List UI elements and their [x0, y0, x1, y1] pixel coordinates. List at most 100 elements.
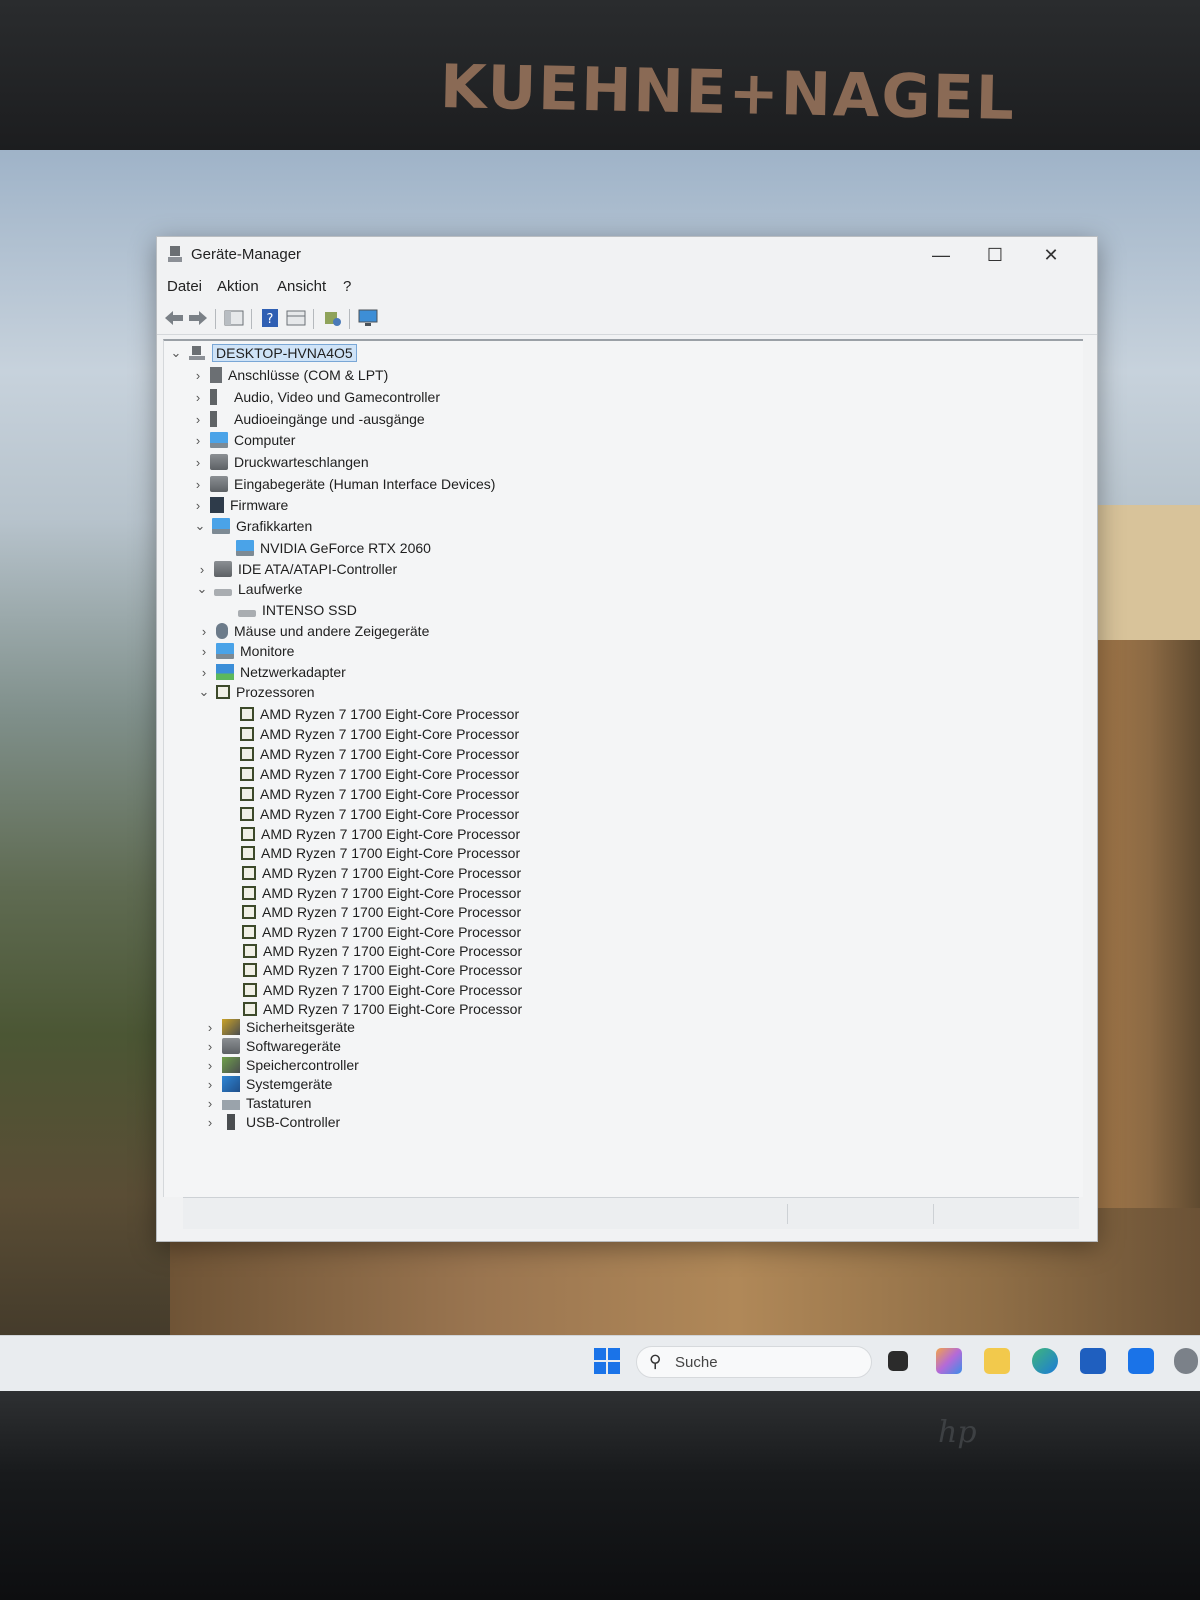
minimize-button[interactable]: — — [919, 241, 963, 269]
chevron-down-icon[interactable]: ⌄ — [192, 518, 208, 534]
monitor-icon[interactable] — [357, 308, 379, 328]
tree-device[interactable]: AMD Ryzen 7 1700 Eight-Core Processor — [239, 941, 522, 961]
outlook-icon[interactable] — [1128, 1348, 1154, 1374]
category-label: Monitore — [240, 643, 295, 659]
toolbar-separator — [251, 309, 252, 329]
tree-category[interactable]: › Monitore — [196, 641, 294, 661]
chevron-right-icon[interactable]: › — [202, 1058, 218, 1073]
chevron-right-icon[interactable]: › — [190, 477, 206, 492]
chevron-down-icon[interactable]: ⌄ — [168, 345, 184, 361]
copilot-icon[interactable] — [936, 1348, 962, 1374]
store-icon[interactable] — [1080, 1348, 1106, 1374]
maximize-button[interactable]: ☐ — [973, 241, 1017, 269]
chevron-right-icon[interactable]: › — [190, 455, 206, 470]
tree-device[interactable]: AMD Ryzen 7 1700 Eight-Core Processor — [236, 804, 519, 824]
device-label: AMD Ryzen 7 1700 Eight-Core Processor — [261, 826, 521, 842]
menu-bar: Datei Aktion Ansicht ? — [157, 273, 1097, 301]
windows-logo-tile — [594, 1362, 606, 1374]
task-view-icon[interactable] — [888, 1351, 908, 1371]
tree-device[interactable]: AMD Ryzen 7 1700 Eight-Core Processor — [238, 902, 521, 922]
tree-root[interactable]: ⌄ DESKTOP-HVNA4O5 — [168, 343, 357, 363]
tree-category[interactable]: › Speichercontroller — [202, 1055, 359, 1075]
tree-category[interactable]: › Softwaregeräte — [202, 1036, 341, 1056]
tree-category[interactable]: › Audio, Video und Gamecontroller — [190, 387, 440, 407]
chevron-right-icon[interactable]: › — [202, 1115, 218, 1130]
tree-category[interactable]: › Tastaturen — [202, 1093, 312, 1113]
tree-device[interactable]: AMD Ryzen 7 1700 Eight-Core Processor — [238, 883, 521, 903]
tree-device[interactable]: NVIDIA GeForce RTX 2060 — [232, 538, 431, 558]
tree-category[interactable]: ⌄ Laufwerke — [194, 579, 303, 599]
device-manager-window: Geräte-Manager — ☐ ✕ Datei Aktion Ansich… — [156, 236, 1098, 1242]
category-label: Laufwerke — [238, 581, 303, 597]
edge-icon[interactable] — [1032, 1348, 1058, 1374]
tree-category[interactable]: ⌄ Grafikkarten — [192, 516, 312, 536]
chevron-right-icon[interactable]: › — [190, 433, 206, 448]
windows-logo-tile — [608, 1348, 620, 1360]
properties-pane-icon[interactable] — [223, 308, 245, 328]
port-icon — [210, 367, 222, 383]
device-view-icon[interactable] — [285, 308, 307, 328]
scan-hardware-icon[interactable] — [321, 308, 343, 328]
chevron-right-icon[interactable]: › — [196, 644, 212, 659]
tree-category[interactable]: › Computer — [190, 430, 295, 450]
close-button[interactable]: ✕ — [1029, 241, 1073, 269]
tree-category[interactable]: › Firmware — [190, 495, 288, 515]
tree-device[interactable]: AMD Ryzen 7 1700 Eight-Core Processor — [239, 980, 522, 1000]
back-arrow-icon[interactable] — [163, 308, 185, 328]
tree-category[interactable]: ⌄ Prozessoren — [196, 682, 315, 702]
tree-category[interactable]: › Systemgeräte — [202, 1074, 332, 1094]
device-tree[interactable]: ⌄ DESKTOP-HVNA4O5 › Anschlüsse (COM & LPT… — [163, 339, 1083, 1197]
chevron-right-icon[interactable]: › — [202, 1096, 218, 1111]
tree-device[interactable]: AMD Ryzen 7 1700 Eight-Core Processor — [236, 744, 519, 764]
category-label: Computer — [234, 432, 296, 448]
chevron-right-icon[interactable]: › — [196, 624, 212, 639]
tree-category[interactable]: › Netzwerkadapter — [196, 662, 346, 682]
chevron-right-icon[interactable]: › — [196, 665, 212, 680]
menu-aktion[interactable]: Aktion — [217, 278, 259, 295]
menu-help[interactable]: ? — [343, 278, 351, 295]
file-explorer-icon[interactable] — [984, 1348, 1010, 1374]
tree-category[interactable]: › Druckwarteschlangen — [190, 452, 369, 472]
chevron-down-icon[interactable]: ⌄ — [194, 581, 210, 597]
start-button[interactable] — [594, 1348, 620, 1374]
chevron-right-icon[interactable]: › — [194, 562, 210, 577]
category-label: Mäuse und andere Zeigegeräte — [234, 623, 430, 639]
tree-category[interactable]: › Mäuse und andere Zeigegeräte — [196, 621, 429, 641]
chevron-right-icon[interactable]: › — [190, 498, 206, 513]
title-bar[interactable]: Geräte-Manager — ☐ ✕ — [157, 237, 1097, 273]
category-label: Firmware — [230, 497, 289, 513]
tree-device[interactable]: AMD Ryzen 7 1700 Eight-Core Processor — [236, 724, 519, 744]
chevron-right-icon[interactable]: › — [190, 368, 206, 383]
tree-device[interactable]: AMD Ryzen 7 1700 Eight-Core Processor — [238, 922, 521, 942]
chevron-right-icon[interactable]: › — [190, 412, 206, 427]
chevron-right-icon[interactable]: › — [202, 1020, 218, 1035]
processor-icon — [216, 685, 230, 699]
menu-datei[interactable]: Datei — [167, 278, 202, 295]
category-label: Sicherheitsgeräte — [246, 1019, 355, 1035]
forward-arrow-icon[interactable] — [187, 308, 209, 328]
menu-ansicht[interactable]: Ansicht — [277, 278, 326, 295]
tree-category[interactable]: › Eingabegeräte (Human Interface Devices) — [190, 474, 495, 494]
tree-category[interactable]: › USB-Controller — [202, 1112, 340, 1132]
tree-device[interactable]: AMD Ryzen 7 1700 Eight-Core Processor — [238, 863, 521, 883]
tree-category[interactable]: › Anschlüsse (COM & LPT) — [190, 365, 388, 385]
tree-category[interactable]: › IDE ATA/ATAPI-Controller — [194, 559, 397, 579]
taskbar-search[interactable]: ⚲ Suche — [636, 1346, 872, 1378]
tree-device[interactable]: AMD Ryzen 7 1700 Eight-Core Processor — [237, 843, 520, 863]
tree-category[interactable]: › Sicherheitsgeräte — [202, 1017, 355, 1037]
chevron-down-icon[interactable]: ⌄ — [196, 684, 212, 700]
tree-device[interactable]: INTENSO SSD — [234, 600, 357, 620]
settings-icon[interactable] — [1174, 1348, 1198, 1374]
tree-device[interactable]: AMD Ryzen 7 1700 Eight-Core Processor — [236, 704, 519, 724]
chevron-right-icon[interactable]: › — [190, 390, 206, 405]
printer-icon — [210, 454, 228, 470]
tree-device[interactable]: AMD Ryzen 7 1700 Eight-Core Processor — [239, 999, 522, 1019]
tree-device[interactable]: AMD Ryzen 7 1700 Eight-Core Processor — [236, 764, 519, 784]
tree-device[interactable]: AMD Ryzen 7 1700 Eight-Core Processor — [236, 784, 519, 804]
chevron-right-icon[interactable]: › — [202, 1039, 218, 1054]
tree-device[interactable]: AMD Ryzen 7 1700 Eight-Core Processor — [237, 824, 520, 844]
chevron-right-icon[interactable]: › — [202, 1077, 218, 1092]
tree-device[interactable]: AMD Ryzen 7 1700 Eight-Core Processor — [239, 960, 522, 980]
tree-category[interactable]: › Audioeingänge und -ausgänge — [190, 409, 425, 429]
help-icon[interactable]: ? — [259, 308, 281, 328]
